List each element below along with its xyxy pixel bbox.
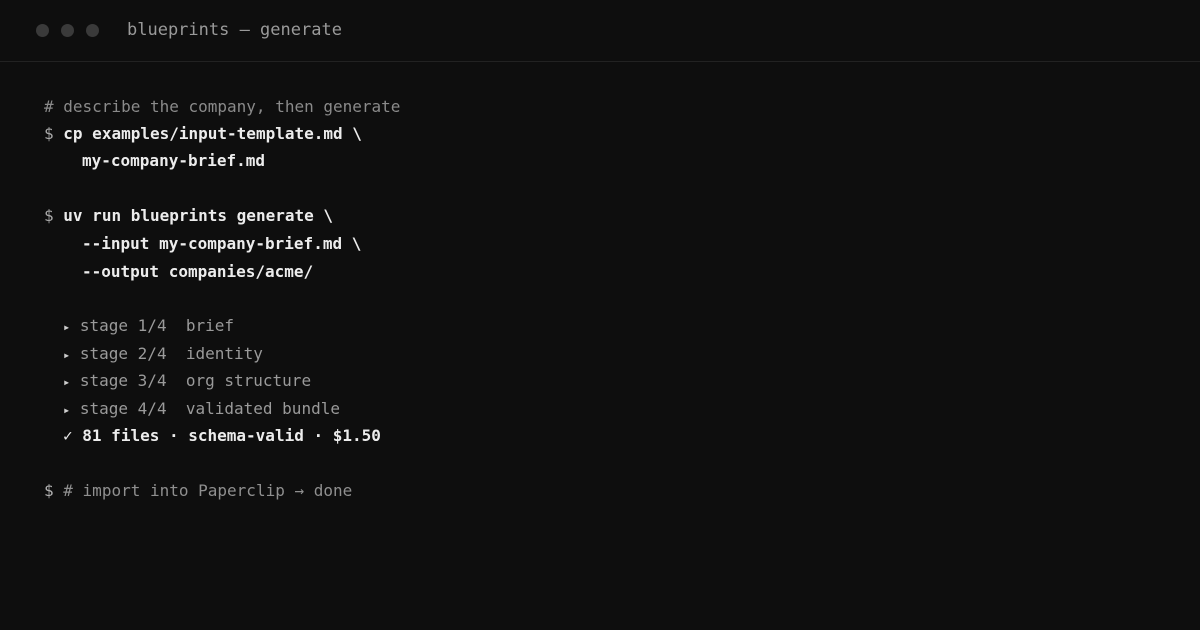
command-continuation-output: --output companies/acme/ bbox=[82, 262, 314, 281]
stage-label: stage 1/4 bbox=[79, 316, 167, 335]
final-comment: # import into Paperclip → done bbox=[63, 481, 353, 500]
result-line: ✓ 81 files · schema-valid · $1.50 bbox=[63, 426, 381, 446]
stage-label: stage 3/4 bbox=[79, 371, 167, 390]
triangle-right-icon: ▸ bbox=[63, 348, 71, 362]
prompt-symbol: $ bbox=[44, 124, 54, 143]
prompt-symbol: $ bbox=[44, 206, 54, 225]
prompt-symbol: $ bbox=[44, 481, 54, 500]
stage-line-3: ▸ stage 3/4 org structure bbox=[63, 371, 311, 392]
triangle-right-icon: ▸ bbox=[63, 320, 71, 334]
result-text: 81 files · schema-valid · $1.50 bbox=[82, 426, 381, 445]
command-line-1: $ cp examples/input-template.md \ bbox=[44, 124, 362, 144]
command-line-2: $ uv run blueprints generate \ bbox=[44, 206, 333, 226]
triangle-right-icon: ▸ bbox=[63, 375, 71, 389]
command-text: uv run blueprints generate \ bbox=[63, 206, 333, 225]
triangle-right-icon: ▸ bbox=[63, 403, 71, 417]
terminal-window: blueprints — generate # describe the com… bbox=[0, 0, 1200, 630]
command-continuation-input: --input my-company-brief.md \ bbox=[82, 234, 362, 253]
stage-name: org structure bbox=[185, 371, 312, 390]
stage-line-1: ▸ stage 1/4 brief bbox=[63, 316, 234, 337]
check-icon: ✓ bbox=[63, 426, 73, 445]
stage-label: stage 4/4 bbox=[79, 399, 167, 418]
stage-line-2: ▸ stage 2/4 identity bbox=[63, 344, 263, 365]
stage-name: validated bundle bbox=[185, 399, 340, 418]
comment-line: # describe the company, then generate bbox=[44, 97, 401, 116]
final-line: $ # import into Paperclip → done bbox=[44, 481, 352, 501]
command-text: cp examples/input-template.md \ bbox=[63, 124, 362, 143]
stage-line-4: ▸ stage 4/4 validated bundle bbox=[63, 399, 340, 420]
stage-name: identity bbox=[185, 344, 263, 363]
command-continuation: my-company-brief.md bbox=[82, 151, 266, 170]
stage-name: brief bbox=[185, 316, 235, 335]
stage-label: stage 2/4 bbox=[79, 344, 167, 363]
terminal-output[interactable]: # describe the company, then generate $ … bbox=[44, 0, 1144, 600]
